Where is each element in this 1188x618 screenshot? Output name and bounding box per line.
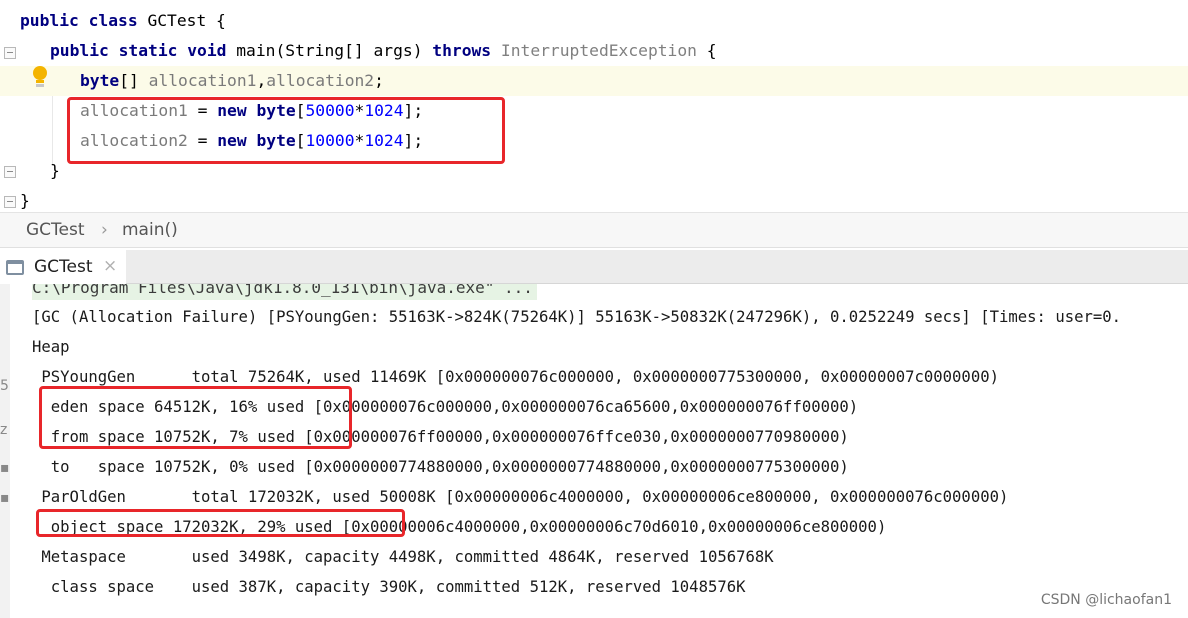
highlight-box-young-gen [39, 386, 352, 449]
code-token: allocation2 [266, 71, 375, 90]
console-toolbar-mark[interactable]: z [0, 422, 7, 438]
code-token: InterruptedException [500, 41, 707, 60]
console-output-line: [GC (Allocation Failure) [PSYoungGen: 55… [32, 308, 1122, 326]
current-code-line: byte[] allocation1,allocation2; [0, 66, 1188, 96]
highlight-box-allocations [67, 97, 505, 164]
code-token: public class [20, 11, 148, 30]
code-token: GCTest { [147, 11, 226, 30]
breadcrumb: GCTest › main() [0, 212, 1188, 248]
run-console[interactable]: 5 z ▪ ▪ C:\Program Files\Java\jdk1.8.0_1… [0, 284, 1188, 618]
code-text: byte[] allocation1,allocation2; [80, 66, 384, 96]
console-output-line: to space 10752K, 0% used [0x000000077488… [32, 458, 849, 476]
code-line: public static void main(String[] args) t… [0, 36, 1188, 66]
highlight-box-old-gen [36, 509, 405, 537]
breadcrumb-item-class[interactable]: GCTest [26, 220, 85, 240]
code-line: public class GCTest { [0, 6, 1188, 36]
breadcrumb-separator-icon: › [101, 220, 108, 240]
run-tab-gctest[interactable]: GCTest × [0, 250, 126, 284]
console-toolbar-strip [0, 284, 10, 618]
console-output-line: class space used 387K, capacity 390K, co… [32, 578, 746, 596]
code-token: [] [119, 71, 149, 90]
code-token: throws [432, 41, 501, 60]
close-icon[interactable]: × [103, 256, 117, 276]
code-token: allocation1 [148, 71, 257, 90]
code-token: main(String[] args) [236, 41, 433, 60]
code-text: } [50, 156, 60, 186]
console-toolbar-mark[interactable]: ▪ [0, 490, 10, 506]
run-tab-label: GCTest [34, 257, 93, 277]
code-token: ; [374, 71, 384, 90]
breadcrumb-item-method[interactable]: main() [122, 220, 178, 240]
console-toolbar-mark[interactable]: ▪ [0, 460, 10, 476]
code-token: byte [80, 71, 120, 90]
code-line: } [0, 186, 1188, 212]
code-token: public static void [50, 41, 237, 60]
code-text: public class GCTest { [20, 6, 226, 36]
code-token: , [256, 71, 267, 90]
code-text: } [20, 186, 30, 212]
console-output-line: ParOldGen total 172032K, used 50008K [0x… [32, 488, 1009, 506]
console-toolbar-mark[interactable]: 5 [0, 378, 9, 394]
console-command-line: C:\Program Files\Java\jdk1.8.0_131\bin\j… [32, 284, 537, 300]
lightbulb-icon[interactable] [32, 66, 48, 90]
watermark: CSDN @lichaofan1 [1040, 592, 1172, 608]
code-token: } [20, 191, 30, 210]
console-output-line: Heap [32, 338, 70, 356]
run-tool-window-tabs: GCTest × [0, 250, 1188, 284]
code-editor[interactable]: public class GCTest { public static void… [0, 0, 1188, 212]
code-text: public static void main(String[] args) t… [50, 36, 717, 66]
code-token: { [706, 41, 717, 60]
code-token: } [50, 161, 60, 180]
console-window-icon [6, 260, 24, 275]
console-output-line: Metaspace used 3498K, capacity 4498K, co… [32, 548, 774, 566]
